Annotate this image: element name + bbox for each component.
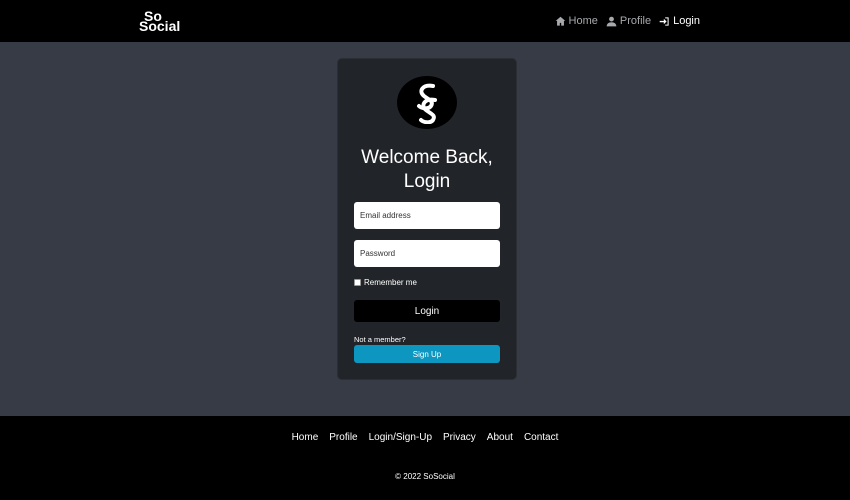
remember-me-label: Remember me <box>364 278 417 287</box>
title-line-2: Login <box>403 171 451 192</box>
login-button[interactable]: Login <box>354 300 500 322</box>
copyright-text: © 2022 SoSocial <box>395 472 455 481</box>
footer-links: Home Profile Login/Sign-Up Privacy About… <box>0 432 850 443</box>
sosocial-logo-icon <box>417 83 437 124</box>
nav-login[interactable]: Login <box>659 15 700 27</box>
nav-profile-label: Profile <box>619 15 652 27</box>
footer-link-contact[interactable]: Contact <box>524 432 558 443</box>
nav-links: Home Profile Login <box>555 0 700 42</box>
brand-line2: Social <box>139 18 181 34</box>
user-icon <box>606 16 617 26</box>
login-card: Welcome Back, Login Remember me Login No… <box>338 59 516 379</box>
title-line-1: Welcome Back, <box>361 147 493 168</box>
checkbox-box[interactable] <box>354 279 361 286</box>
remember-me-checkbox[interactable]: Remember me <box>354 278 417 287</box>
nav-profile[interactable]: Profile <box>606 15 651 27</box>
not-member-text: Not a member? <box>354 335 406 344</box>
page-title: Welcome Back, Login <box>338 146 516 194</box>
footer-link-about[interactable]: About <box>487 432 513 443</box>
login-icon <box>659 16 669 26</box>
footer-link-privacy[interactable]: Privacy <box>443 432 476 443</box>
footer-link-profile[interactable]: Profile <box>329 432 357 443</box>
nav-home[interactable]: Home <box>555 15 598 27</box>
brand-mark <box>397 76 457 129</box>
nav-home-label: Home <box>568 15 598 27</box>
signup-button[interactable]: Sign Up <box>354 345 500 363</box>
footer-link-home[interactable]: Home <box>292 432 319 443</box>
home-icon <box>555 16 565 26</box>
password-field[interactable] <box>354 240 500 267</box>
top-navbar: So Social Home Profile Login <box>0 0 850 42</box>
email-field[interactable] <box>354 202 500 229</box>
footer: Home Profile Login/Sign-Up Privacy About… <box>0 416 850 500</box>
footer-link-login-signup[interactable]: Login/Sign-Up <box>369 432 432 443</box>
nav-login-label: Login <box>673 15 700 27</box>
brand-logo[interactable]: So Social <box>139 9 181 35</box>
